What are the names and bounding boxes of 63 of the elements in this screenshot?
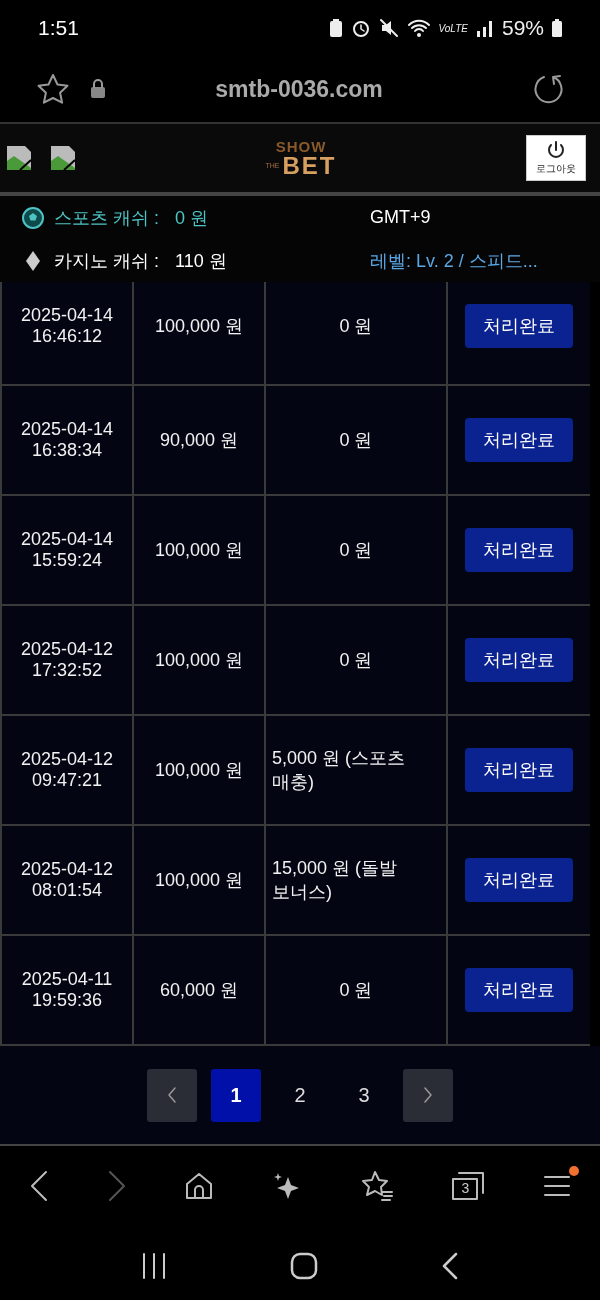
table-cell: 2025-04-12 08:01:54 <box>1 825 133 935</box>
broken-image-icon <box>6 145 32 171</box>
clock: 1:51 <box>38 16 79 40</box>
level-text: 레벨: Lv. 2 / 스피드... <box>370 249 539 273</box>
table-cell: 0 원 <box>265 282 447 385</box>
table-cell: 2025-04-14 16:46:12 <box>1 282 133 385</box>
network-label: VoLTE <box>438 22 468 34</box>
sports-cash-label: 스포츠 캐쉬 : <box>54 206 159 230</box>
table-cell: 100,000 원 <box>133 825 265 935</box>
back-icon[interactable] <box>28 1170 49 1202</box>
status-button[interactable]: 처리완료 <box>465 748 573 792</box>
back-icon[interactable] <box>440 1252 459 1280</box>
soccer-ball-icon <box>22 206 44 229</box>
battery-saver-icon <box>328 18 343 38</box>
chevron-right-icon <box>423 1086 433 1104</box>
signal-icon <box>475 19 494 37</box>
wifi-icon <box>406 18 431 38</box>
forward-icon[interactable] <box>106 1170 127 1202</box>
battery-icon <box>552 19 562 37</box>
table-cell: 100,000 원 <box>133 715 265 825</box>
bookmarks-icon[interactable] <box>359 1170 394 1202</box>
logout-button[interactable]: 로그아웃 <box>526 135 586 181</box>
tabs-button[interactable]: 3 <box>451 1171 486 1201</box>
home-button-icon[interactable] <box>290 1252 318 1280</box>
table-cell: 2025-04-14 15:59:24 <box>1 495 133 605</box>
status-button[interactable]: 처리완료 <box>465 528 573 572</box>
table-cell: 100,000 원 <box>133 495 265 605</box>
recent-apps-icon[interactable] <box>141 1252 168 1280</box>
status-button[interactable]: 처리완료 <box>465 858 573 902</box>
home-icon[interactable] <box>184 1171 215 1201</box>
menu-icon[interactable] <box>543 1174 572 1198</box>
chevron-left-icon <box>167 1086 177 1104</box>
page-button[interactable]: 2 <box>275 1068 325 1122</box>
lock-icon <box>90 79 106 99</box>
table-cell: 2025-04-14 16:38:34 <box>1 385 133 495</box>
status-button[interactable]: 처리완료 <box>465 638 573 682</box>
status-button[interactable]: 처리완료 <box>465 418 573 462</box>
table-cell: 15,000 원 (돌발 보너스) <box>265 825 447 935</box>
table-cell: 0 원 <box>265 495 447 605</box>
table-cell: 5,000 원 (스포츠 매충) <box>265 715 447 825</box>
table-cell: 2025-04-12 17:32:52 <box>1 605 133 715</box>
table-cell: 100,000 원 <box>133 605 265 715</box>
page-button[interactable]: 1 <box>211 1068 261 1122</box>
sports-cash-value: 0 원 <box>175 206 209 230</box>
mute-icon <box>378 18 399 38</box>
casino-cash-label: 카지노 캐쉬 : <box>54 249 159 273</box>
alarm-icon <box>350 18 371 38</box>
table-cell: 90,000 원 <box>133 385 265 495</box>
reload-icon[interactable] <box>532 73 564 105</box>
bookmark-star-icon[interactable] <box>36 73 70 105</box>
timezone: GMT+9 <box>370 207 432 228</box>
status-button[interactable]: 처리완료 <box>465 968 573 1012</box>
broken-image-icon <box>50 145 76 171</box>
table-cell: 0 원 <box>265 605 447 715</box>
table-cell: 0 원 <box>265 385 447 495</box>
battery-percent: 59% <box>501 16 544 40</box>
casino-cash-value: 110 원 <box>175 249 227 273</box>
page-button[interactable]: 3 <box>339 1068 389 1122</box>
table-cell: 100,000 원 <box>133 282 265 385</box>
url-text[interactable]: smtb-0036.com <box>126 75 472 103</box>
table-cell: 2025-04-12 09:47:21 <box>1 715 133 825</box>
power-icon <box>546 140 566 160</box>
status-button[interactable]: 처리완료 <box>465 304 573 348</box>
